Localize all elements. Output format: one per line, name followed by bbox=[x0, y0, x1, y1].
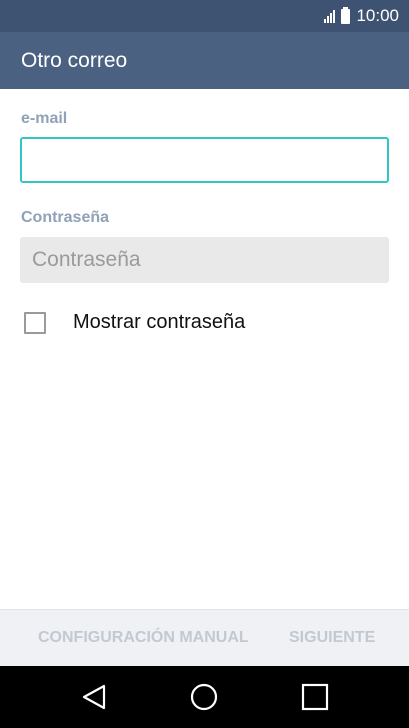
show-password-label: Mostrar contraseña bbox=[73, 311, 246, 333]
battery-icon bbox=[341, 6, 351, 24]
password-field[interactable]: Contraseña bbox=[20, 237, 389, 283]
email-field[interactable] bbox=[20, 137, 389, 183]
password-placeholder: Contraseña bbox=[32, 248, 141, 271]
email-label: e-mail bbox=[21, 110, 68, 127]
nav-bar bbox=[0, 666, 409, 728]
password-label: Contraseña bbox=[21, 209, 110, 226]
home-icon[interactable] bbox=[190, 683, 218, 711]
app-bar: Otro correo bbox=[0, 32, 409, 89]
back-icon[interactable] bbox=[80, 683, 108, 711]
status-time: 10:00 bbox=[356, 6, 399, 25]
next-button[interactable]: SIGUIENTE bbox=[289, 629, 375, 647]
page-title: Otro correo bbox=[21, 48, 128, 72]
status-bar: 10:00 bbox=[0, 0, 409, 32]
manual-config-button[interactable]: CONFIGURACIÓN MANUAL bbox=[38, 629, 249, 647]
recents-icon[interactable] bbox=[301, 683, 329, 711]
footer-bar: CONFIGURACIÓN MANUAL SIGUIENTE bbox=[0, 609, 409, 666]
show-password-checkbox[interactable] bbox=[24, 311, 46, 334]
signal-icon bbox=[324, 9, 336, 23]
show-password-row[interactable]: Mostrar contraseña bbox=[24, 311, 245, 334]
